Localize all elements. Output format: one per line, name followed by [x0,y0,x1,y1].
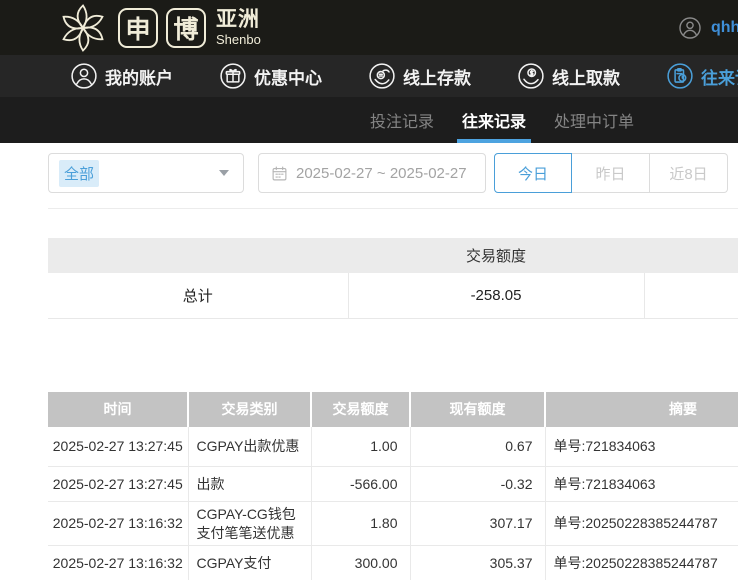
cell-balance: 305.37 [410,546,545,580]
col-header-time: 时间 [48,392,188,427]
content: 全部 2025-02-27 ~ 2025-02-27 今日 昨日 近8日 [0,153,738,580]
today-button[interactable]: 今日 [494,153,572,193]
table-row: 2025-02-27 13:16:32 CGPAY支付 300.00 305.3… [48,546,738,580]
type-select-value: 全部 [59,160,99,187]
summary-total-label: 总计 [48,273,348,318]
tab-label: 投注记录 [370,108,434,132]
nav-item-label: 线上存款 [403,64,471,89]
deposit-hand-coin-icon [368,62,396,90]
summary-header-empty [644,238,738,273]
cell-time: 2025-02-27 13:16:32 [48,546,188,580]
quick-date-buttons: 今日 昨日 近8日 [494,153,728,193]
cell-note: 单号:721834063 [545,427,738,467]
summary-total-row: 总计 -258.05 [48,273,738,318]
records-header-row: 时间 交易类别 交易额度 现有额度 摘要 [48,392,738,427]
cell-amount: 1.00 [311,427,410,467]
nav-item-promotions[interactable]: 优惠中心 [219,62,322,90]
user-circle-icon [70,62,98,90]
site-logo[interactable]: 申 博 亚洲 Shenbo [56,1,261,55]
type-select[interactable]: 全部 [48,153,244,193]
cell-note: 单号:721834063 [545,467,738,502]
tab-transaction-records[interactable]: 往来记录 [462,97,526,143]
nav-item-transaction-records[interactable]: 往来记录 [666,62,738,90]
yesterday-button[interactable]: 昨日 [572,153,650,193]
cell-balance: -0.32 [410,467,545,502]
summary-total-value: -258.05 [348,273,644,318]
main-nav: 我的账户 优惠中心 线上存款 [0,55,738,97]
tab-processing-orders[interactable]: 处理中订单 [554,97,634,143]
logo-brand-text: Shenbo [216,33,261,46]
cell-type: CGPAY-CG钱包支付笔笔送优惠 [188,502,311,546]
cell-type: CGPAY支付 [188,546,311,580]
username-text: qhh [711,19,738,37]
nav-item-label: 线上取款 [552,64,620,89]
cell-balance: 0.67 [410,427,545,467]
user-avatar-icon [678,16,702,40]
nav-item-label: 我的账户 [105,64,173,89]
last-8-days-button[interactable]: 近8日 [650,153,728,193]
col-header-type: 交易类别 [188,392,311,427]
nav-item-withdraw[interactable]: 线上取款 [517,62,620,90]
calendar-icon [271,165,288,182]
nav-item-label: 优惠中心 [254,64,322,89]
table-row: 2025-02-27 13:27:45 CGPAY出款优惠 1.00 0.67 … [48,427,738,467]
nav-item-my-account[interactable]: 我的账户 [70,62,173,90]
cell-note: 单号:20250228385244787 [545,546,738,580]
cell-type: CGPAY出款优惠 [188,427,311,467]
nav-item-label: 往来记录 [701,64,738,89]
col-header-balance: 现有额度 [410,392,545,427]
cell-amount: 1.80 [311,502,410,546]
cell-time: 2025-02-27 13:27:45 [48,427,188,467]
sub-nav: 投注记录 往来记录 处理中订单 [0,97,738,143]
logo-wordmark: 亚洲 Shenbo [216,9,261,46]
summary-table: 交易额度 总计 -258.05 [48,238,738,319]
table-row: 2025-02-27 13:27:45 出款 -566.00 -0.32 单号:… [48,467,738,502]
divider [48,208,738,209]
table-row: 2025-02-27 13:16:32 CGPAY-CG钱包支付笔笔送优惠 1.… [48,502,738,546]
flower-logo-icon [56,1,110,55]
date-range-value: 2025-02-27 ~ 2025-02-27 [296,165,467,182]
records-table: 时间 交易类别 交易额度 现有额度 摘要 2025-02-27 13:27:45… [48,392,738,580]
summary-header-amount: 交易额度 [348,238,644,273]
withdraw-hand-coin-icon [517,62,545,90]
top-header: 申 博 亚洲 Shenbo qhh [0,0,738,55]
nav-item-deposit[interactable]: 线上存款 [368,62,471,90]
tab-betting-records[interactable]: 投注记录 [370,97,434,143]
summary-total-empty [644,273,738,318]
cell-balance: 307.17 [410,502,545,546]
cell-note: 单号:20250228385244787 [545,502,738,546]
summary-header-empty [48,238,348,273]
caret-down-icon [219,170,229,176]
gift-icon [219,62,247,90]
col-header-note: 摘要 [545,392,738,427]
tab-label: 往来记录 [462,108,526,132]
cell-time: 2025-02-27 13:16:32 [48,502,188,546]
clipboard-clock-icon [666,62,694,90]
logo-region-text: 亚洲 [216,9,261,30]
cell-amount: -566.00 [311,467,410,502]
user-account-link[interactable]: qhh [678,0,738,55]
cell-amount: 300.00 [311,546,410,580]
col-header-amount: 交易额度 [311,392,410,427]
filter-row: 全部 2025-02-27 ~ 2025-02-27 今日 昨日 近8日 [48,153,738,193]
cell-type: 出款 [188,467,311,502]
cell-time: 2025-02-27 13:27:45 [48,467,188,502]
summary-header-row: 交易额度 [48,238,738,273]
tab-label: 处理中订单 [554,108,634,132]
date-range-input[interactable]: 2025-02-27 ~ 2025-02-27 [258,153,486,193]
logo-char-bo: 博 [166,8,206,48]
logo-char-shen: 申 [118,8,158,48]
page: 申 博 亚洲 Shenbo qhh 我的账户 [0,0,738,580]
